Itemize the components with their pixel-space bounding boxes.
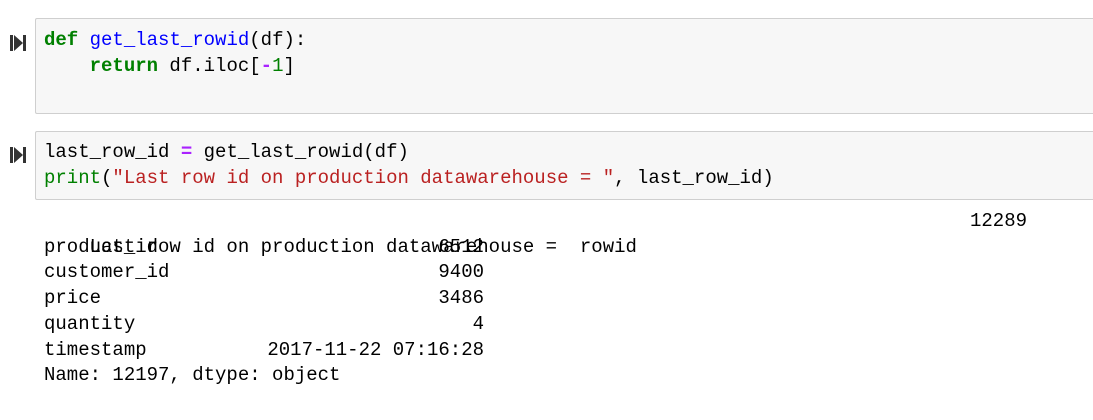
variable-name: last_row_id — [44, 141, 181, 163]
number-literal: 1 — [272, 55, 284, 77]
output-line: Last row id on production datawarehouse … — [44, 209, 637, 258]
keyword-def: def — [44, 29, 79, 51]
output-row-value: 6512 — [438, 235, 484, 258]
keyword-return: return — [89, 55, 159, 77]
output-row-value: 2017-11-22 07:16:28 — [267, 338, 484, 361]
output-row-value: 9400 — [438, 261, 484, 284]
run-cell-icon[interactable] — [10, 146, 26, 164]
code-line: print("Last row id on production datawar… — [44, 166, 774, 191]
output-value: 12289 — [969, 210, 1027, 232]
function-name: get_last_rowid — [89, 29, 250, 51]
operator-minus: - — [260, 55, 273, 77]
code-expression: ] — [283, 55, 295, 77]
output-row-value: 3486 — [438, 287, 484, 310]
code-expression: , last_row_id) — [614, 167, 774, 189]
builtin-print: print — [44, 167, 102, 189]
operator-equals: = — [180, 141, 193, 163]
paren-open: ( — [101, 167, 113, 189]
code-expression: df.iloc[ — [158, 55, 261, 77]
code-line: last_row_id = get_last_rowid(df) — [44, 140, 409, 165]
code-input-area-2[interactable]: last_row_id = get_last_rowid(df) print("… — [35, 131, 1093, 200]
function-params: (df): — [249, 29, 307, 51]
output-row-value: 4 — [472, 312, 484, 335]
run-cell-icon[interactable] — [10, 34, 26, 52]
function-call: get_last_rowid(df) — [192, 141, 409, 163]
code-input-area-1[interactable]: def get_last_rowid(df): return df.iloc[-… — [35, 18, 1093, 114]
code-line: return df.iloc[-1] — [44, 54, 295, 79]
output-footer: Name: 12197, dtype: object — [44, 364, 341, 387]
string-literal: "Last row id on production datawarehouse… — [112, 167, 615, 189]
code-line: def get_last_rowid(df): — [44, 28, 306, 53]
